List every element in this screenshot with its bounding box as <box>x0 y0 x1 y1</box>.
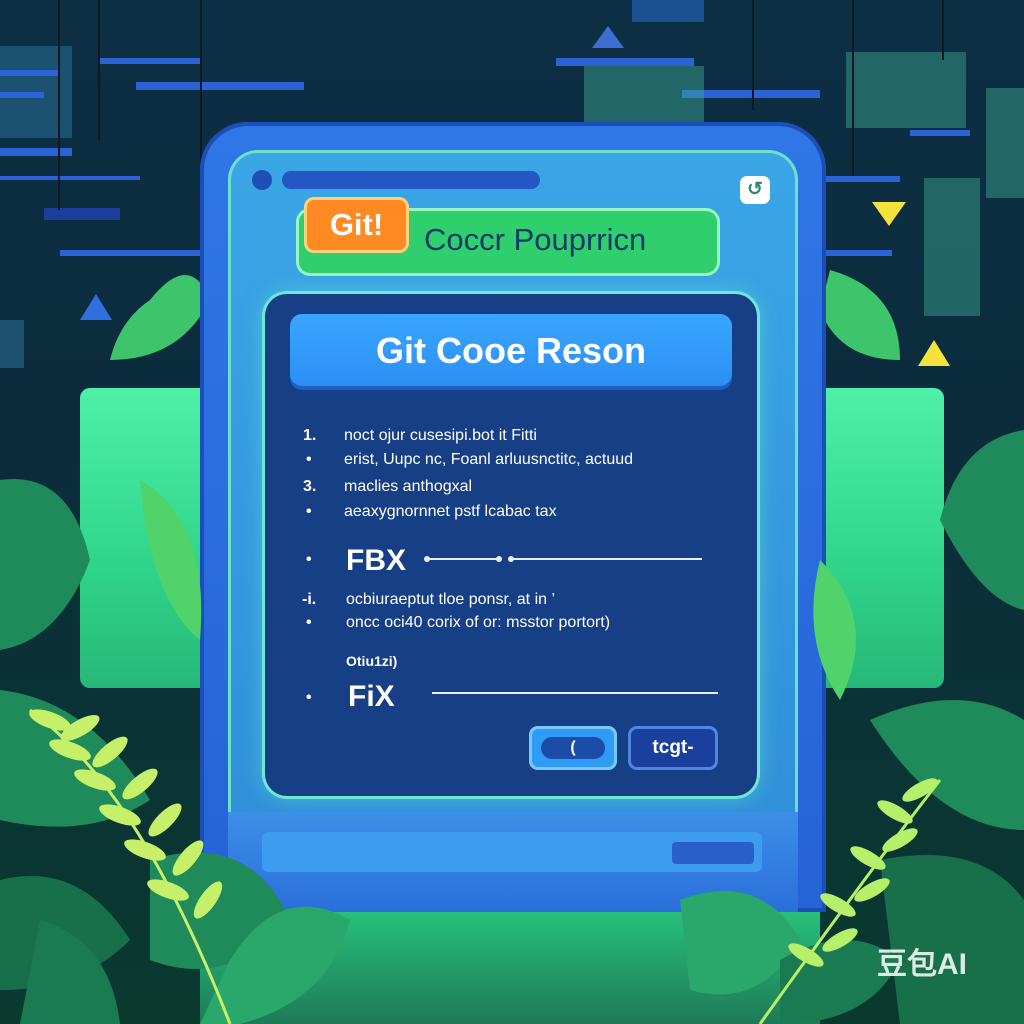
foreground-foliage <box>0 480 1024 1024</box>
watermark: 豆包AI <box>877 948 967 981</box>
illustration-scene: ↺ Git! Coccr Pouprricn Git Cooe Reson 1.… <box>0 0 1024 1024</box>
